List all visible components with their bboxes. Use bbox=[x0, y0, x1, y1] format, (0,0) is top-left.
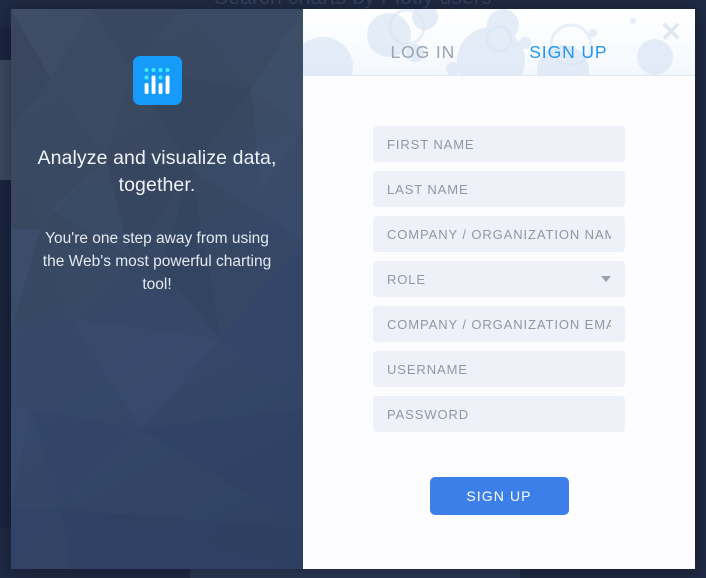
sign-up-button[interactable]: SIGN UP bbox=[429, 477, 569, 515]
username-field bbox=[373, 351, 625, 387]
modal-header: LOG IN SIGN UP ✕ bbox=[303, 9, 695, 76]
hero-headline: Analyze and visualize data, together. bbox=[37, 147, 277, 196]
tab-log-in[interactable]: LOG IN bbox=[387, 40, 460, 65]
role-input[interactable] bbox=[373, 261, 625, 297]
password-field bbox=[373, 396, 625, 432]
first-name-field bbox=[373, 126, 625, 162]
company-name-field bbox=[373, 216, 625, 252]
role-field bbox=[373, 261, 625, 297]
tab-sign-up[interactable]: SIGN UP bbox=[525, 40, 611, 65]
company-name-input[interactable] bbox=[373, 216, 625, 252]
submit-row: SIGN UP bbox=[373, 477, 625, 515]
first-name-input[interactable] bbox=[373, 126, 625, 162]
hero-content: Analyze and visualize data, together. Yo… bbox=[11, 9, 303, 296]
company-email-field bbox=[373, 306, 625, 342]
signup-modal: Analyze and visualize data, together. Yo… bbox=[11, 9, 695, 569]
password-input[interactable] bbox=[373, 396, 625, 432]
close-icon[interactable]: ✕ bbox=[658, 18, 684, 45]
modal-hero-panel: Analyze and visualize data, together. Yo… bbox=[11, 9, 303, 569]
company-email-input[interactable] bbox=[373, 306, 625, 342]
last-name-input[interactable] bbox=[373, 171, 625, 207]
plotly-logo-icon bbox=[132, 56, 182, 105]
modal-form-panel: LOG IN SIGN UP ✕ FIRST NAME LAST NAME CO… bbox=[303, 9, 695, 569]
username-input[interactable] bbox=[373, 351, 625, 387]
auth-tabs: LOG IN SIGN UP bbox=[303, 9, 695, 75]
signup-form: SIGN UP bbox=[303, 76, 695, 569]
last-name-field bbox=[373, 171, 625, 207]
hero-subtext: You're one step away from using the Web'… bbox=[42, 230, 272, 293]
